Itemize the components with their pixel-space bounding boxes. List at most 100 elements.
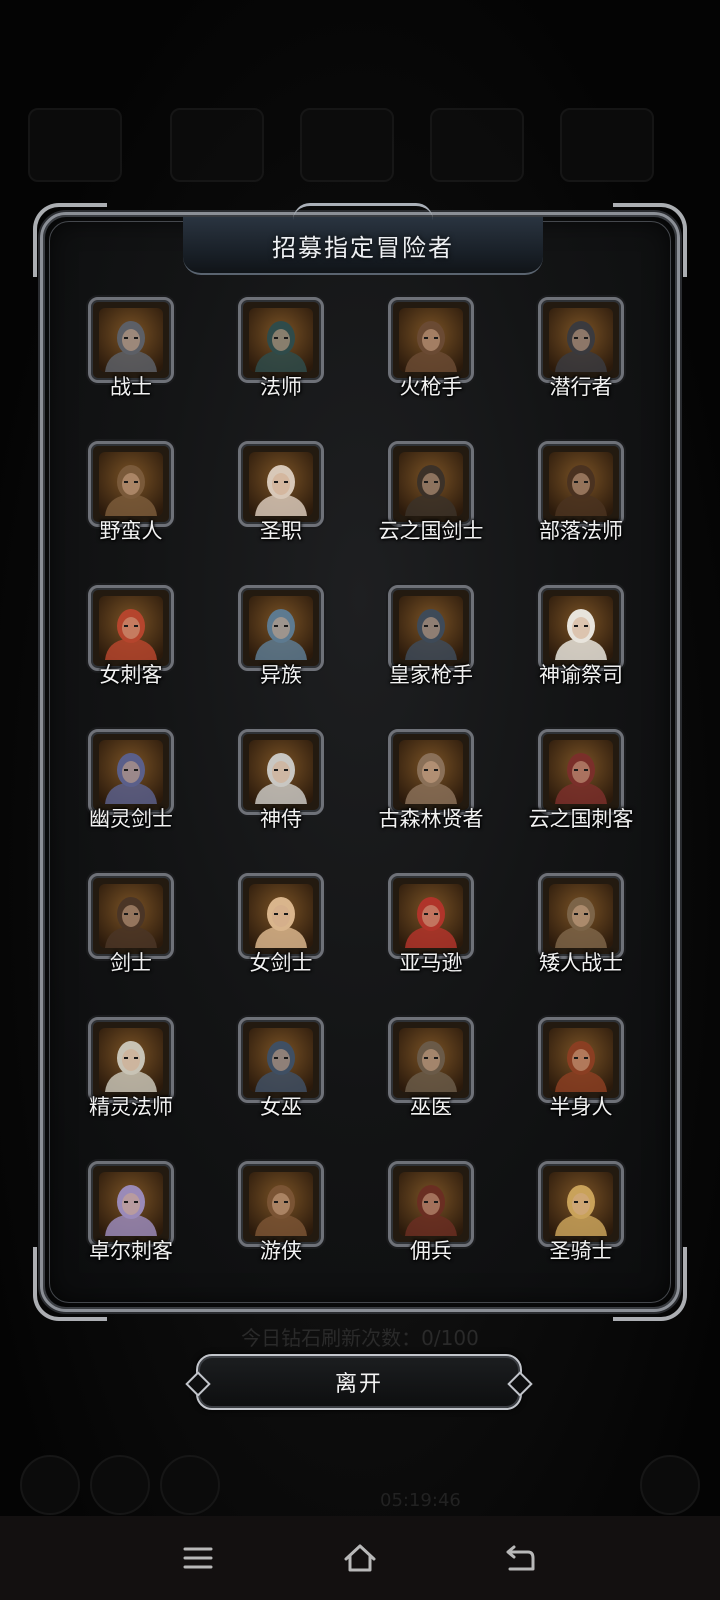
adventurer-card[interactable]: 神谕祭司 <box>531 585 681 729</box>
barbarian-icon <box>99 452 163 516</box>
adventurer-name: 女巫 <box>260 1095 302 1119</box>
adventurer-card[interactable]: 剑士 <box>81 873 231 1017</box>
adventurer-card[interactable]: 幽灵剑士 <box>81 729 231 873</box>
adventurer-card[interactable]: 精灵法师 <box>81 1017 231 1161</box>
adventurer-name: 战士 <box>110 375 152 399</box>
background-circle <box>20 1455 80 1515</box>
adventurer-card[interactable]: 游侠 <box>231 1161 381 1305</box>
dwarf-warrior-icon <box>549 884 613 948</box>
leave-button-label: 离开 <box>334 1372 383 1397</box>
adventurer-card[interactable]: 部落法师 <box>531 441 681 585</box>
adventurer-card[interactable]: 亚马逊 <box>381 873 531 1017</box>
straw-hat-swordsman-icon <box>399 452 463 516</box>
hat-assassin-icon <box>549 740 613 804</box>
background-slot <box>28 108 122 182</box>
adventurer-card[interactable]: 卓尔刺客 <box>81 1161 231 1305</box>
adventurer-name: 亚马逊 <box>399 951 463 975</box>
royal-gunner-icon <box>399 596 463 660</box>
demon-beast-icon <box>249 596 313 660</box>
tribal-mage-icon <box>549 452 613 516</box>
frame-ornament <box>613 203 687 277</box>
adventurer-card[interactable]: 女巫 <box>231 1017 381 1161</box>
masked-rogue-icon <box>549 308 613 372</box>
adventurer-card[interactable]: 潜行者 <box>531 297 681 441</box>
background-circle <box>160 1455 220 1515</box>
adventurer-name: 皇家枪手 <box>389 663 473 687</box>
adventurer-name: 神侍 <box>260 807 302 831</box>
adventurer-card[interactable]: 女剑士 <box>231 873 381 1017</box>
adventurer-card[interactable]: 火枪手 <box>381 297 531 441</box>
adventurer-card[interactable]: 半身人 <box>531 1017 681 1161</box>
game-screen: 今日钻石刷新次数：0/100 05:19:46 招募指定冒险者 战士 法师 火枪手 潜… <box>0 0 720 1600</box>
helmet-knight-icon <box>99 308 163 372</box>
adventurer-name: 幽灵剑士 <box>89 807 173 831</box>
adventurer-name: 剑士 <box>110 951 152 975</box>
forest-sage-icon <box>399 740 463 804</box>
drow-assassin-icon <box>99 1172 163 1236</box>
blonde-swordswoman-icon <box>249 884 313 948</box>
adventurer-name: 法师 <box>260 375 302 399</box>
adventurer-name: 巫医 <box>410 1095 452 1119</box>
adventurer-card[interactable]: 巫医 <box>381 1017 531 1161</box>
background-timer: 05:19:46 <box>380 1490 461 1511</box>
leave-button[interactable]: 离开 <box>185 1354 533 1410</box>
adventurer-name: 野蛮人 <box>99 519 163 543</box>
adventurer-name: 卓尔刺客 <box>89 1239 173 1263</box>
bearded-swordsman-icon <box>99 884 163 948</box>
adventurer-card[interactable]: 神侍 <box>231 729 381 873</box>
witch-icon <box>249 1028 313 1092</box>
oracle-priestess-icon <box>549 596 613 660</box>
home-icon[interactable] <box>338 1536 382 1580</box>
adventurer-name: 女剑士 <box>249 951 313 975</box>
adventurer-name: 云之国刺客 <box>528 807 634 831</box>
background-slot <box>560 108 654 182</box>
ranger-icon <box>249 1172 313 1236</box>
amazon-warrior-icon <box>399 884 463 948</box>
adventurer-card[interactable]: 圣骑士 <box>531 1161 681 1305</box>
adventurer-card[interactable]: 战士 <box>81 297 231 441</box>
background-circle <box>90 1455 150 1515</box>
adventurer-card[interactable]: 云之国剑士 <box>379 441 531 585</box>
adventurer-card[interactable]: 古森林贤者 <box>379 729 531 873</box>
musketeer-icon <box>399 308 463 372</box>
paladin-icon <box>549 1172 613 1236</box>
mercenary-icon <box>399 1172 463 1236</box>
adventurer-name: 神谕祭司 <box>539 663 623 687</box>
adventurer-name: 游侠 <box>260 1239 302 1263</box>
adventurer-card[interactable]: 皇家枪手 <box>381 585 531 729</box>
adventurer-card[interactable]: 异族 <box>231 585 381 729</box>
adventurer-name: 圣骑士 <box>549 1239 613 1263</box>
hooded-mage-icon <box>249 308 313 372</box>
recruit-dialog: 招募指定冒险者 战士 法师 火枪手 潜行者野蛮人 圣职 云之国剑士 部落法师女刺客 异族 皇家枪… <box>33 203 687 1321</box>
halfling-icon <box>549 1028 613 1092</box>
adventurer-name: 古森林贤者 <box>378 807 484 831</box>
frame-ornament <box>33 203 107 277</box>
adventurer-name: 异族 <box>260 663 302 687</box>
adventurer-name: 云之国剑士 <box>378 519 484 543</box>
nun-icon <box>249 452 313 516</box>
adventurer-name: 圣职 <box>260 519 302 543</box>
adventurer-card[interactable]: 云之国刺客 <box>529 729 681 873</box>
dialog-title-bar: 招募指定冒险者 <box>183 203 543 275</box>
menu-icon[interactable] <box>176 1536 220 1580</box>
female-assassin-icon <box>99 596 163 660</box>
adventurer-name: 女刺客 <box>99 663 163 687</box>
adventurer-card[interactable]: 女刺客 <box>81 585 231 729</box>
adventurer-card[interactable]: 矮人战士 <box>531 873 681 1017</box>
adventurer-name: 部落法师 <box>539 519 623 543</box>
button-ornament <box>507 1371 533 1397</box>
elf-mage-icon <box>99 1028 163 1092</box>
white-haired-squire-icon <box>249 740 313 804</box>
adventurer-name: 潜行者 <box>549 375 613 399</box>
adventurer-card[interactable]: 佣兵 <box>381 1161 531 1305</box>
adventurer-name: 佣兵 <box>410 1239 452 1263</box>
background-slot <box>430 108 524 182</box>
background-circle <box>640 1455 700 1515</box>
button-ornament <box>185 1371 211 1397</box>
adventurer-card[interactable]: 法师 <box>231 297 381 441</box>
back-icon[interactable] <box>498 1536 542 1580</box>
adventurer-card[interactable]: 圣职 <box>231 441 381 585</box>
adventurer-name: 矮人战士 <box>539 951 623 975</box>
adventurer-card[interactable]: 野蛮人 <box>81 441 231 585</box>
title-ornament <box>293 203 433 220</box>
